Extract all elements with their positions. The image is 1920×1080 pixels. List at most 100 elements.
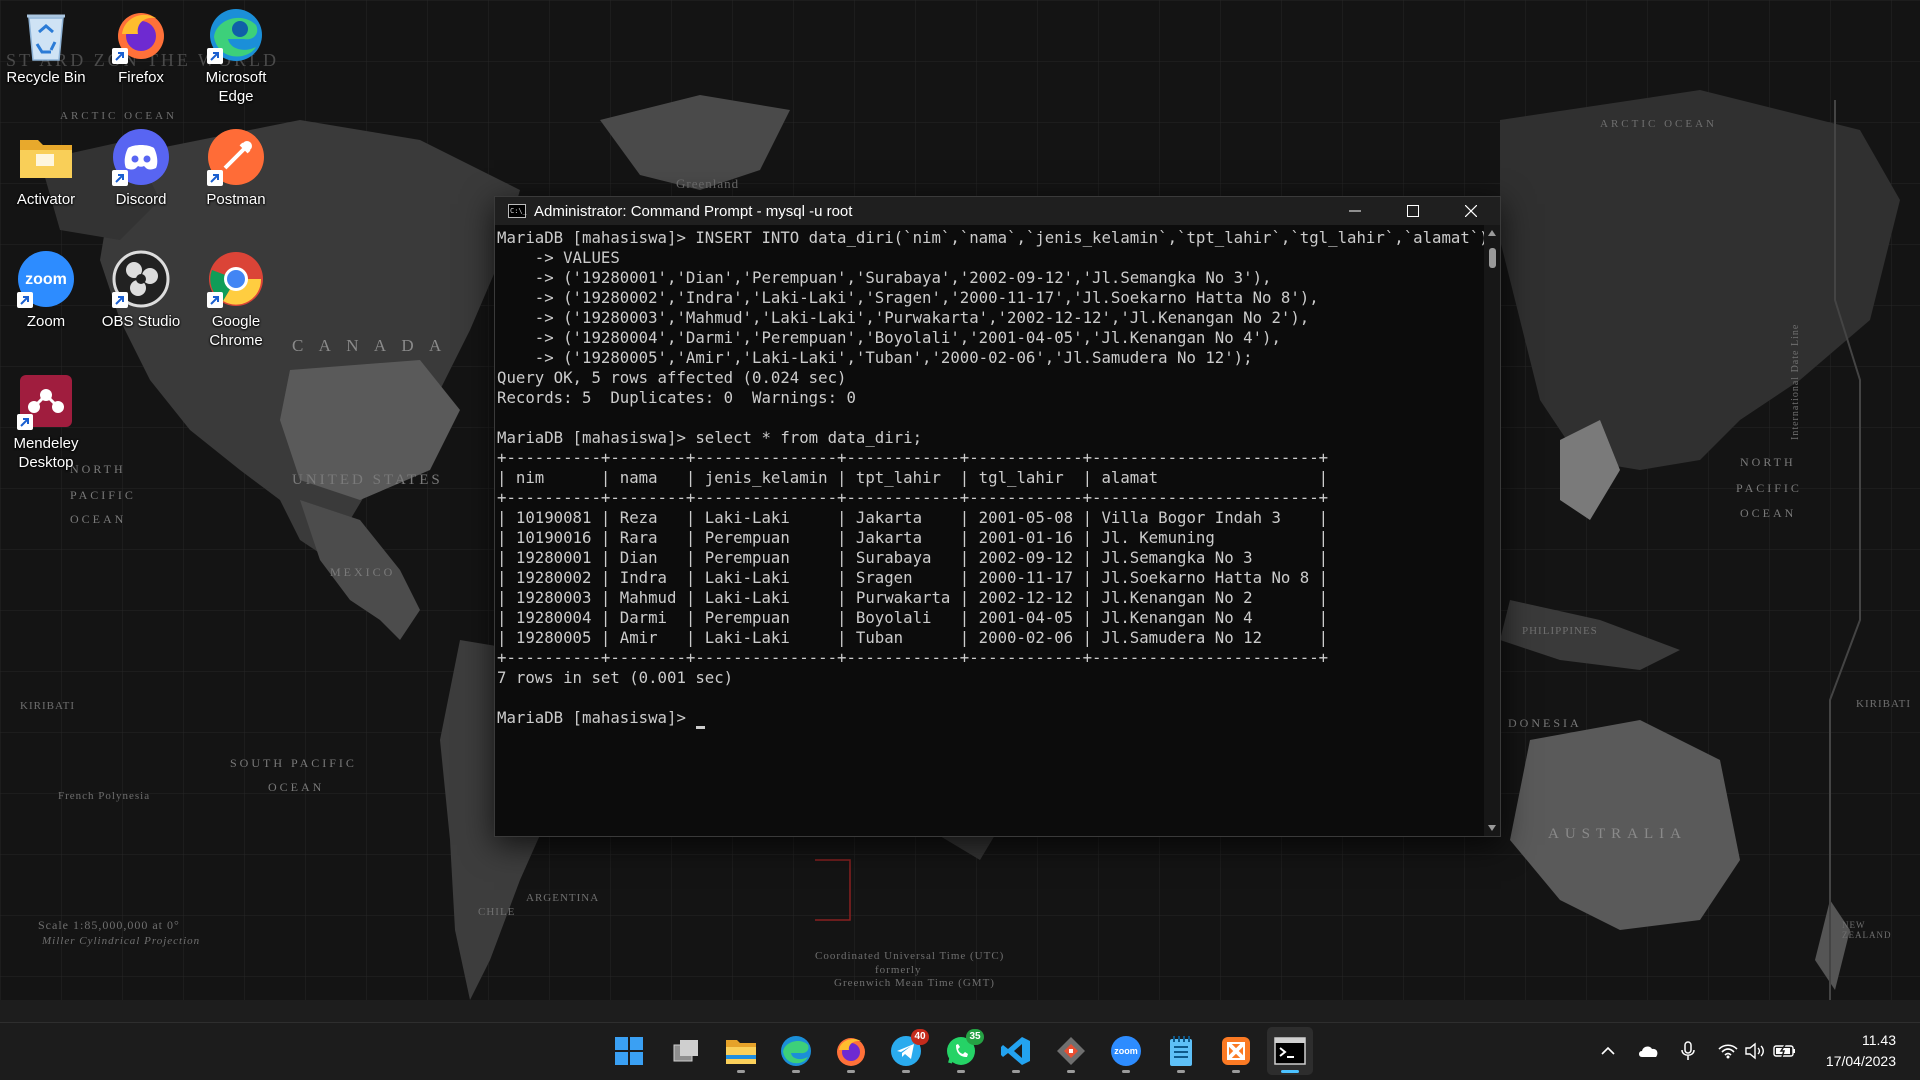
- desktop-icon-label: OBS Studio: [101, 313, 181, 330]
- desktop-icon-label: Postman: [206, 191, 266, 208]
- minimize-icon: [1349, 210, 1361, 212]
- console-line: -> ('19280001','Dian','Perempuan','Surab…: [497, 268, 1272, 287]
- close-button[interactable]: [1442, 197, 1500, 225]
- terminal-icon: [1274, 1037, 1306, 1065]
- map-label-french-polynesia: French Polynesia: [58, 790, 151, 802]
- map-label-kiribati-east: KIRIBATI: [1856, 698, 1912, 710]
- minimize-button[interactable]: [1326, 197, 1384, 225]
- taskbar-file-explorer[interactable]: [718, 1027, 764, 1075]
- shortcut-arrow-icon: [207, 48, 223, 64]
- console-line: -> ('19280003','Mahmud','Laki-Laki','Pur…: [497, 308, 1310, 327]
- map-label-north-east: NORTH: [1740, 455, 1796, 469]
- map-label-australia: AUSTRALIA: [1548, 826, 1687, 842]
- taskbar-notepad[interactable]: [1158, 1027, 1204, 1075]
- tray-microphone[interactable]: [1674, 1037, 1702, 1065]
- git-icon: [1057, 1037, 1085, 1065]
- tray-battery[interactable]: [1771, 1037, 1799, 1065]
- console-output[interactable]: MariaDB [mahasiswa]> INSERT INTO data_di…: [495, 225, 1484, 836]
- clock-date: 17/04/2023: [1825, 1053, 1896, 1069]
- running-indicator: [1067, 1070, 1075, 1073]
- map-label-south-pacific: SOUTH PACIFIC: [230, 756, 357, 770]
- tray-wifi[interactable]: [1714, 1037, 1742, 1065]
- close-icon: [1465, 205, 1477, 217]
- desktop-icon-zoom[interactable]: zoom Zoom: [0, 250, 92, 331]
- desktop-icon-google-chrome[interactable]: Google Chrome: [190, 250, 282, 350]
- map-label-philippines: PHILIPPINES: [1522, 625, 1598, 637]
- vertical-scrollbar[interactable]: [1484, 225, 1500, 836]
- chrome-icon: [207, 250, 265, 308]
- window-titlebar[interactable]: C:\_ Administrator: Command Prompt - mys…: [495, 197, 1500, 225]
- tray-onedrive[interactable]: [1634, 1037, 1662, 1065]
- desktop-icon-mendeley[interactable]: Mendeley Desktop: [0, 372, 92, 472]
- command-prompt-icon: C:\_: [508, 204, 527, 218]
- show-hidden-icons-button[interactable]: [1594, 1037, 1622, 1065]
- desktop-icon-microsoft-edge[interactable]: Microsoft Edge: [190, 6, 282, 106]
- desktop-icon-firefox[interactable]: Firefox: [95, 6, 187, 87]
- taskbar-zoom[interactable]: zoom: [1103, 1027, 1149, 1075]
- battery-charging-icon: [1773, 1044, 1795, 1058]
- caret-up-icon: [1488, 230, 1496, 236]
- console-line: MariaDB [mahasiswa]>: [497, 708, 1484, 729]
- desktop-icon-activator[interactable]: Activator: [0, 128, 92, 209]
- running-indicator: [957, 1070, 965, 1073]
- console-line: | 10190016 | Rara | Perempuan | Jakarta …: [497, 528, 1329, 547]
- maximize-button[interactable]: [1384, 197, 1442, 225]
- taskbar-firefox[interactable]: [828, 1027, 874, 1075]
- firefox-icon: [837, 1038, 865, 1066]
- desktop-icon-label: Activator: [16, 191, 76, 208]
- console-line: | 19280003 | Mahmud | Laki-Laki | Purwak…: [497, 588, 1329, 607]
- taskbar-edge[interactable]: [773, 1027, 819, 1075]
- text-cursor: [696, 726, 706, 729]
- taskbar: 40 35 zoom 11.43 17/04/2023: [0, 1022, 1920, 1080]
- map-label-argentina: ARGENTINA: [526, 892, 600, 904]
- windows-start-icon: [615, 1037, 643, 1065]
- map-label-ocean-east: OCEAN: [1740, 506, 1797, 520]
- shortcut-arrow-icon: [207, 292, 223, 308]
- taskbar-vscode[interactable]: [993, 1027, 1039, 1075]
- system-clock[interactable]: 11.43 17/04/2023: [1826, 1030, 1896, 1072]
- desktop-icon-recycle-bin[interactable]: Recycle Bin: [0, 6, 92, 87]
- console-line: +----------+--------+---------------+---…: [497, 448, 1329, 467]
- taskbar-start-button[interactable]: [606, 1027, 652, 1075]
- console-line: | 19280004 | Darmi | Perempuan | Boyolal…: [497, 608, 1329, 627]
- desktop-icon-label: Recycle Bin: [6, 69, 86, 86]
- map-label-ocean: OCEAN: [70, 512, 127, 526]
- clock-time: 11.43: [1862, 1032, 1896, 1048]
- scroll-down-button[interactable]: [1484, 820, 1500, 836]
- command-prompt-window[interactable]: C:\_ Administrator: Command Prompt - mys…: [494, 196, 1501, 837]
- task-view-icon: [673, 1040, 698, 1062]
- desktop-icon-obs-studio[interactable]: OBS Studio: [95, 250, 187, 331]
- shortcut-arrow-icon: [17, 292, 33, 308]
- taskbar-xampp[interactable]: [1213, 1027, 1259, 1075]
- console-line: -> ('19280004','Darmi','Perempuan','Boyo…: [497, 328, 1281, 347]
- taskbar-telegram[interactable]: 40: [883, 1027, 929, 1075]
- running-indicator: [737, 1070, 745, 1073]
- console-line: -> ('19280005','Amir','Laki-Laki','Tuban…: [497, 348, 1253, 367]
- desktop-icon-discord[interactable]: Discord: [95, 128, 187, 209]
- recycle-bin-icon: [17, 6, 75, 64]
- tray-volume[interactable]: [1742, 1037, 1770, 1065]
- shortcut-arrow-icon: [112, 292, 128, 308]
- desktop-icon-postman[interactable]: Postman: [190, 128, 282, 209]
- taskbar-git[interactable]: [1048, 1027, 1094, 1075]
- map-label-south-pacific-ocean: OCEAN: [268, 780, 325, 794]
- running-indicator: [1122, 1070, 1130, 1073]
- shortcut-arrow-icon: [207, 170, 223, 186]
- taskbar-whatsapp[interactable]: 35: [938, 1027, 984, 1075]
- discord-icon: [112, 128, 170, 186]
- chevron-up-icon: [1601, 1046, 1615, 1055]
- taskbar-command-prompt[interactable]: [1267, 1027, 1313, 1075]
- taskbar-task-view-button[interactable]: [663, 1027, 709, 1075]
- map-label-new-zealand: NEW ZEALAND: [1842, 920, 1892, 940]
- notification-badge: 35: [966, 1029, 984, 1045]
- zoom-logo-text: zoom: [1114, 1046, 1138, 1056]
- notepad-icon: [1170, 1036, 1192, 1066]
- map-label-greenland: Greenland: [676, 176, 740, 191]
- scrollbar-thumb[interactable]: [1489, 248, 1496, 268]
- folder-icon: [17, 128, 75, 186]
- vscode-icon: [1001, 1037, 1030, 1065]
- console-line: Records: 5 Duplicates: 0 Warnings: 0: [497, 388, 856, 407]
- scroll-up-button[interactable]: [1484, 225, 1500, 241]
